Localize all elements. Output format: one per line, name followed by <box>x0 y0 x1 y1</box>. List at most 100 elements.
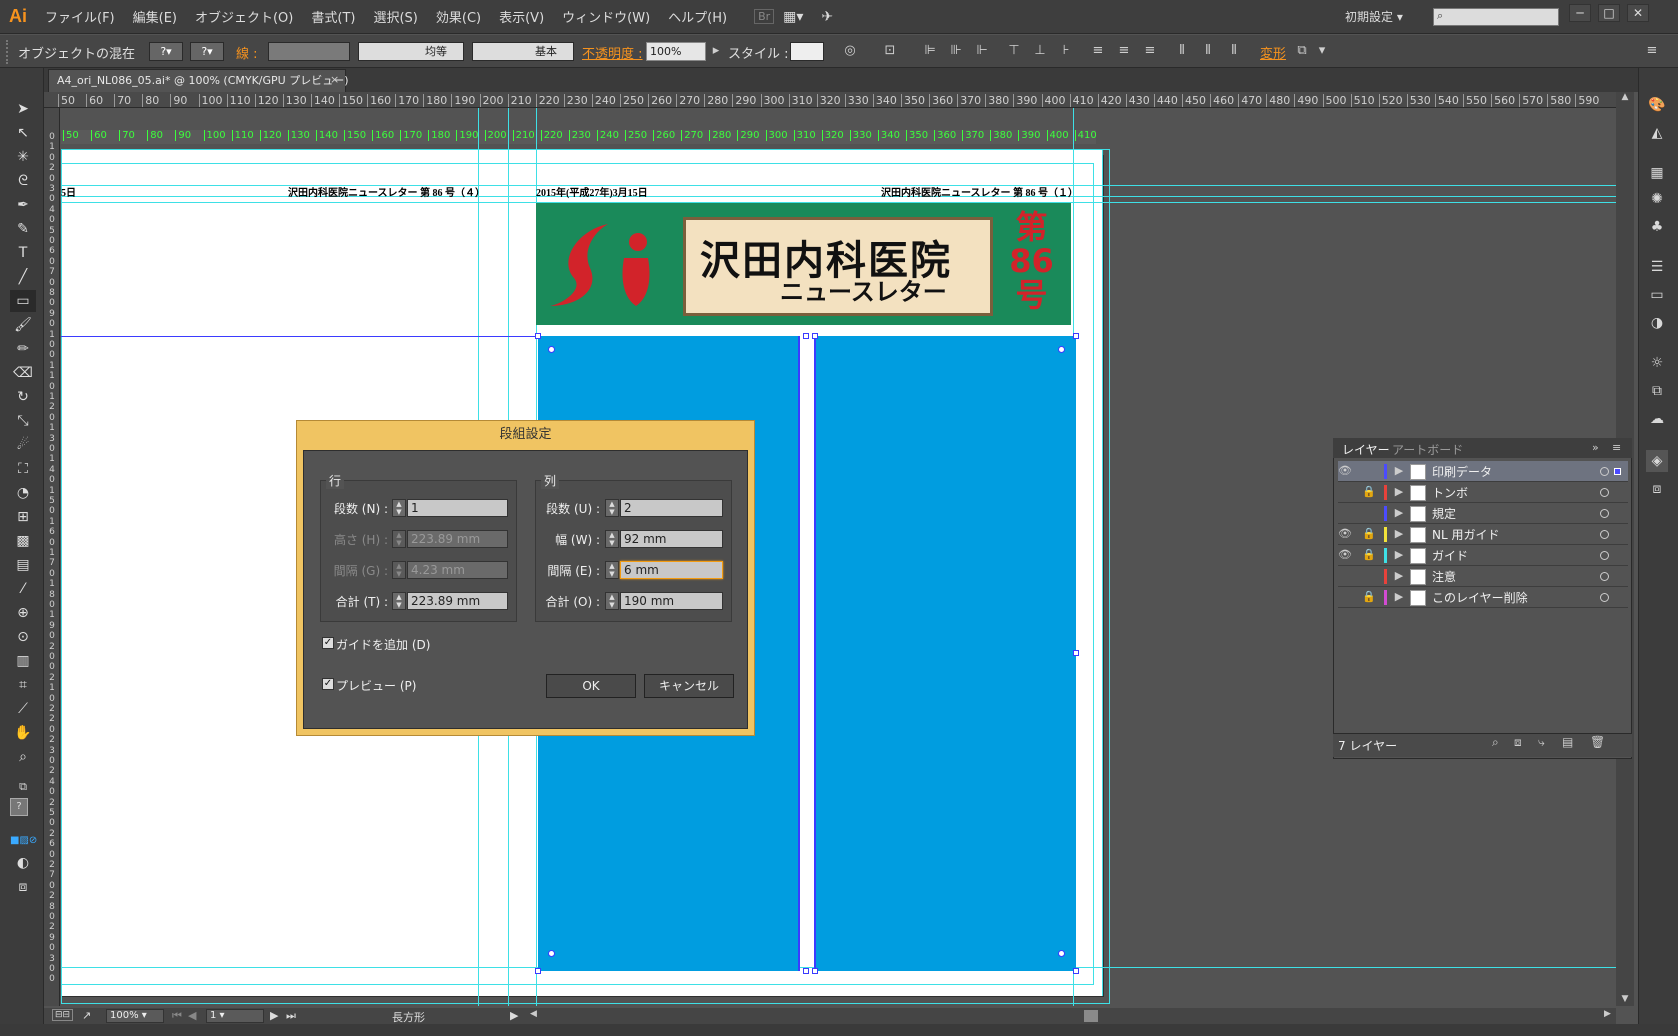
columns-width-stepper[interactable]: ▲ ▼ <box>605 530 619 548</box>
eraser-tool-icon[interactable]: ⌫ <box>10 362 36 384</box>
cancel-button[interactable]: キャンセル <box>644 674 734 698</box>
collapse-panel-icon[interactable]: » <box>1592 441 1599 454</box>
expand-layer-icon[interactable]: ▶ <box>1392 464 1406 477</box>
expand-layer-icon[interactable]: ▶ <box>1392 527 1406 540</box>
zoom-select[interactable]: 100% ▾ <box>106 1009 164 1023</box>
warp-tool-icon[interactable]: ☄ <box>10 434 36 456</box>
menu-type[interactable]: 書式(T) <box>302 7 364 26</box>
menu-file[interactable]: ファイル(F) <box>36 7 124 26</box>
free-transform-tool-icon[interactable]: ⛶ <box>10 458 36 480</box>
scroll-right-icon[interactable]: ▶ <box>1604 1009 1616 1021</box>
lock-icon[interactable]: 🔒 <box>1362 590 1376 603</box>
transparency-icon[interactable]: ◑ <box>1646 312 1668 334</box>
selection-handle[interactable] <box>1073 968 1079 974</box>
align-right-icon[interactable]: ⊩ <box>974 42 990 59</box>
preview-checkbox[interactable]: ✓ <box>322 678 334 690</box>
arrange-documents-icon[interactable]: ▦▾ <box>774 9 812 25</box>
target-circle-icon[interactable] <box>1600 572 1609 581</box>
fill-swatch-icon[interactable]: ? <box>10 798 28 816</box>
target-circle-icon[interactable] <box>1600 509 1609 518</box>
symbol-sprayer-tool-icon[interactable]: ⊙ <box>10 626 36 648</box>
layer-row[interactable]: 👁 ▶ 印刷データ <box>1338 461 1628 482</box>
align-top-icon[interactable]: ⊤ <box>1006 42 1022 59</box>
distribute-right-icon[interactable]: ⫴ <box>1226 42 1242 59</box>
layer-row[interactable]: ▶ 注意 <box>1338 566 1628 587</box>
rows-count-input[interactable]: 1 <box>407 499 508 517</box>
bridge-icon[interactable]: Br <box>754 9 775 24</box>
selection-handle[interactable] <box>803 333 809 339</box>
opacity-label[interactable]: 不透明度 : <box>582 43 643 62</box>
distribute-left-icon[interactable]: ⫴ <box>1174 42 1190 59</box>
ok-button[interactable]: OK <box>546 674 636 698</box>
rows-total-input[interactable]: 223.89 mm <box>407 592 508 610</box>
selection-handle[interactable] <box>803 968 809 974</box>
color-panel-icon[interactable]: 🎨 <box>1646 94 1668 116</box>
prev-artboard-icon[interactable]: ◀ <box>188 1009 196 1022</box>
stroke-weight-field[interactable] <box>268 42 350 61</box>
add-guides-label[interactable]: ガイドを追加 (D) <box>336 636 430 653</box>
search-input[interactable] <box>1433 8 1559 26</box>
selection-handle[interactable] <box>1073 650 1079 656</box>
align-left-icon[interactable]: ⊫ <box>922 42 938 59</box>
layers-panel-icon[interactable]: ◈ <box>1646 450 1668 472</box>
layer-name[interactable]: このレイヤー削除 <box>1432 589 1528 606</box>
expand-layer-icon[interactable]: ▶ <box>1392 548 1406 561</box>
preview-label[interactable]: プレビュー (P) <box>336 677 416 694</box>
symbols-icon[interactable]: ♣ <box>1646 216 1668 238</box>
minimize-button[interactable]: ─ <box>1569 4 1591 22</box>
tab-layers[interactable]: レイヤー <box>1342 441 1390 458</box>
color-guide-icon[interactable]: ◭ <box>1646 122 1668 144</box>
columns-gutter-input[interactable]: 6 mm <box>620 561 723 579</box>
corner-widget[interactable] <box>548 346 555 353</box>
layer-row[interactable]: 👁 🔒 ▶ ガイド <box>1338 545 1628 566</box>
rotate-tool-icon[interactable]: ↻ <box>10 386 36 408</box>
scroll-left-icon[interactable]: ◀ <box>530 1009 542 1021</box>
expand-layer-icon[interactable]: ▶ <box>1392 506 1406 519</box>
type-tool-icon[interactable]: T <box>10 242 36 264</box>
tab-artboards[interactable]: アートボード <box>1392 441 1463 458</box>
scroll-down-icon[interactable]: ▼ <box>1619 994 1631 1006</box>
corner-widget[interactable] <box>1058 346 1065 353</box>
close-tab-icon[interactable]: × <box>330 73 342 87</box>
distribute-bottom-icon[interactable]: ≡ <box>1142 42 1158 59</box>
gradient-tool-icon[interactable]: ▤ <box>10 554 36 576</box>
control-menu-icon[interactable]: ▾ <box>1314 42 1330 59</box>
menu-help[interactable]: ヘルプ(H) <box>659 7 736 26</box>
magic-wand-tool-icon[interactable]: ✳ <box>10 146 36 168</box>
menu-select[interactable]: 選択(S) <box>364 7 426 26</box>
menu-window[interactable]: ウィンドウ(W) <box>553 7 659 26</box>
menu-edit[interactable]: 編集(E) <box>124 7 186 26</box>
lasso-tool-icon[interactable]: ᘓ <box>10 170 36 192</box>
fill-stroke-swap-icon[interactable]: ⧉ <box>10 776 36 798</box>
align-middle-icon[interactable]: ⊥ <box>1032 42 1048 59</box>
workspace-switcher[interactable]: 初期設定 ▾ <box>1345 8 1403 25</box>
column-graph-tool-icon[interactable]: ▥ <box>10 650 36 672</box>
delete-layer-icon[interactable]: 🗑 <box>1590 735 1605 749</box>
perspective-grid-tool-icon[interactable]: ⊞ <box>10 506 36 528</box>
opacity-arrow-icon[interactable]: ▸ <box>708 42 724 59</box>
expand-layer-icon[interactable]: ▶ <box>1392 485 1406 498</box>
selection-handle[interactable] <box>535 333 541 339</box>
hand-tool-icon[interactable]: ✋ <box>10 722 36 744</box>
layer-name[interactable]: トンボ <box>1432 484 1468 501</box>
fill-swatch[interactable]: ?▾ <box>149 42 183 61</box>
draw-mode-icon[interactable]: ◐ <box>10 852 36 874</box>
new-sublayer-icon[interactable]: ⤷ <box>1538 735 1545 750</box>
rectangle-tool-icon[interactable]: ▭ <box>10 290 36 312</box>
eyedropper-tool-icon[interactable]: ⁄ <box>10 578 36 600</box>
selection-handle[interactable] <box>812 333 818 339</box>
columns-width-input[interactable]: 92 mm <box>620 530 723 548</box>
horizontal-scroll-thumb[interactable] <box>1084 1010 1098 1022</box>
artboard-tool-icon[interactable]: ⌗ <box>10 674 36 696</box>
visibility-eye-icon[interactable]: 👁 <box>1338 464 1352 477</box>
recolor-icon[interactable]: ◎ <box>842 42 858 59</box>
selection-tool-icon[interactable]: ➤ <box>10 98 36 120</box>
share-icon[interactable]: ↗ <box>82 1009 91 1022</box>
blend-tool-icon[interactable]: ⊕ <box>10 602 36 624</box>
rows-total-stepper[interactable]: ▲ ▼ <box>392 592 406 610</box>
first-artboard-icon[interactable]: ⏮ <box>172 1009 182 1023</box>
color-mode-icon[interactable]: ■▨⊘ <box>10 830 37 852</box>
expand-layer-icon[interactable]: ▶ <box>1392 569 1406 582</box>
stroke-panel-icon[interactable]: ☰ <box>1646 256 1668 278</box>
columns-count-input[interactable]: 2 <box>620 499 723 517</box>
